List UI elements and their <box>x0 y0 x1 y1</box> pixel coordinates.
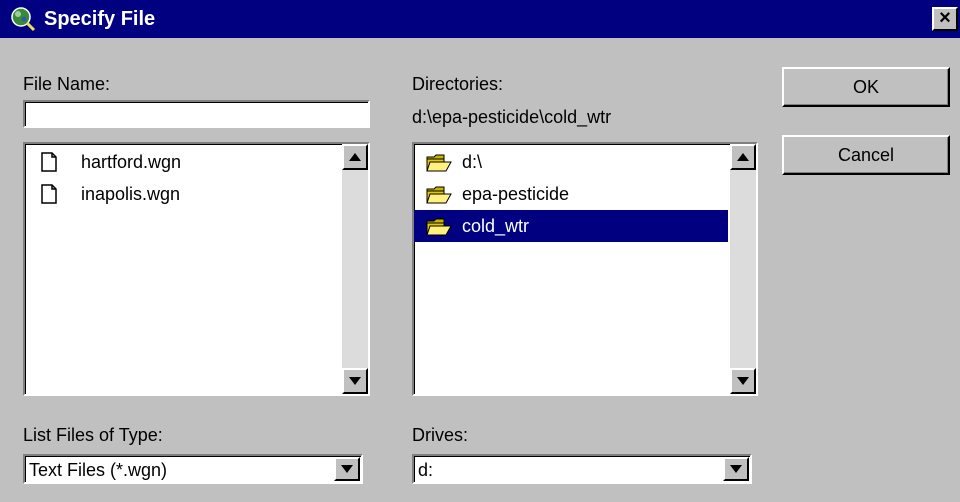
directory-list-scroll-down-button[interactable] <box>730 368 756 394</box>
close-button[interactable]: × <box>932 7 958 31</box>
document-icon <box>41 184 57 204</box>
open-folder-icon <box>426 154 452 172</box>
directory-list[interactable]: d:\ epa-pesticide cold_wtr <box>412 142 758 396</box>
current-directory-path: d:\epa-pesticide\cold_wtr <box>412 107 612 127</box>
ok-button[interactable]: OK <box>782 67 950 107</box>
drives-dropdown-button[interactable] <box>723 457 749 481</box>
file-type-label: List Files of Type: <box>23 425 163 445</box>
title-bar[interactable]: Specify File × <box>0 0 960 38</box>
file-name-text: hartford.wgn <box>81 152 182 172</box>
open-folder-icon <box>426 218 452 236</box>
directory-list-item[interactable]: d:\ <box>414 146 728 178</box>
directory-list-item[interactable]: cold_wtr <box>414 210 728 242</box>
cancel-button[interactable]: Cancel <box>782 135 950 175</box>
file-list-item[interactable]: hartford.wgn <box>25 146 342 178</box>
app-globe-icon <box>11 7 36 32</box>
chevron-down-icon <box>730 465 742 473</box>
directory-list-item[interactable]: epa-pesticide <box>414 178 728 210</box>
drives-label: Drives: <box>412 425 469 445</box>
file-list-scroll-down-button[interactable] <box>342 368 368 394</box>
specify-file-dialog: Specify File × File Name: hartford.wgn in… <box>0 0 960 502</box>
arrow-up-icon <box>349 153 361 161</box>
directories-label: Directories: <box>412 74 504 94</box>
file-list-scrollbar[interactable] <box>342 144 368 394</box>
file-type-value: Text Files (*.wgn) <box>29 460 168 480</box>
directory-list-scrollbar[interactable] <box>730 144 756 394</box>
arrow-down-icon <box>349 377 361 385</box>
open-folder-icon <box>426 186 452 204</box>
chevron-down-icon <box>341 465 353 473</box>
close-icon: × <box>939 7 951 29</box>
directory-name-text: epa-pesticide <box>462 184 570 204</box>
file-name-input[interactable] <box>23 100 370 128</box>
file-name-text: inapolis.wgn <box>81 184 181 204</box>
drives-value: d: <box>418 460 434 480</box>
file-list-scroll-up-button[interactable] <box>342 144 368 170</box>
file-type-dropdown-button[interactable] <box>334 457 360 481</box>
directory-name-text: cold_wtr <box>462 216 530 236</box>
directory-name-text: d:\ <box>462 152 483 172</box>
file-list[interactable]: hartford.wgn inapolis.wgn <box>23 142 370 396</box>
window-title: Specify File <box>44 8 156 30</box>
arrow-up-icon <box>737 153 749 161</box>
document-icon <box>41 152 57 172</box>
directory-list-scroll-up-button[interactable] <box>730 144 756 170</box>
file-list-item[interactable]: inapolis.wgn <box>25 178 342 210</box>
file-type-select[interactable]: Text Files (*.wgn) <box>23 454 363 484</box>
arrow-down-icon <box>737 377 749 385</box>
drives-select[interactable]: d: <box>412 454 752 484</box>
file-name-label: File Name: <box>23 74 111 94</box>
